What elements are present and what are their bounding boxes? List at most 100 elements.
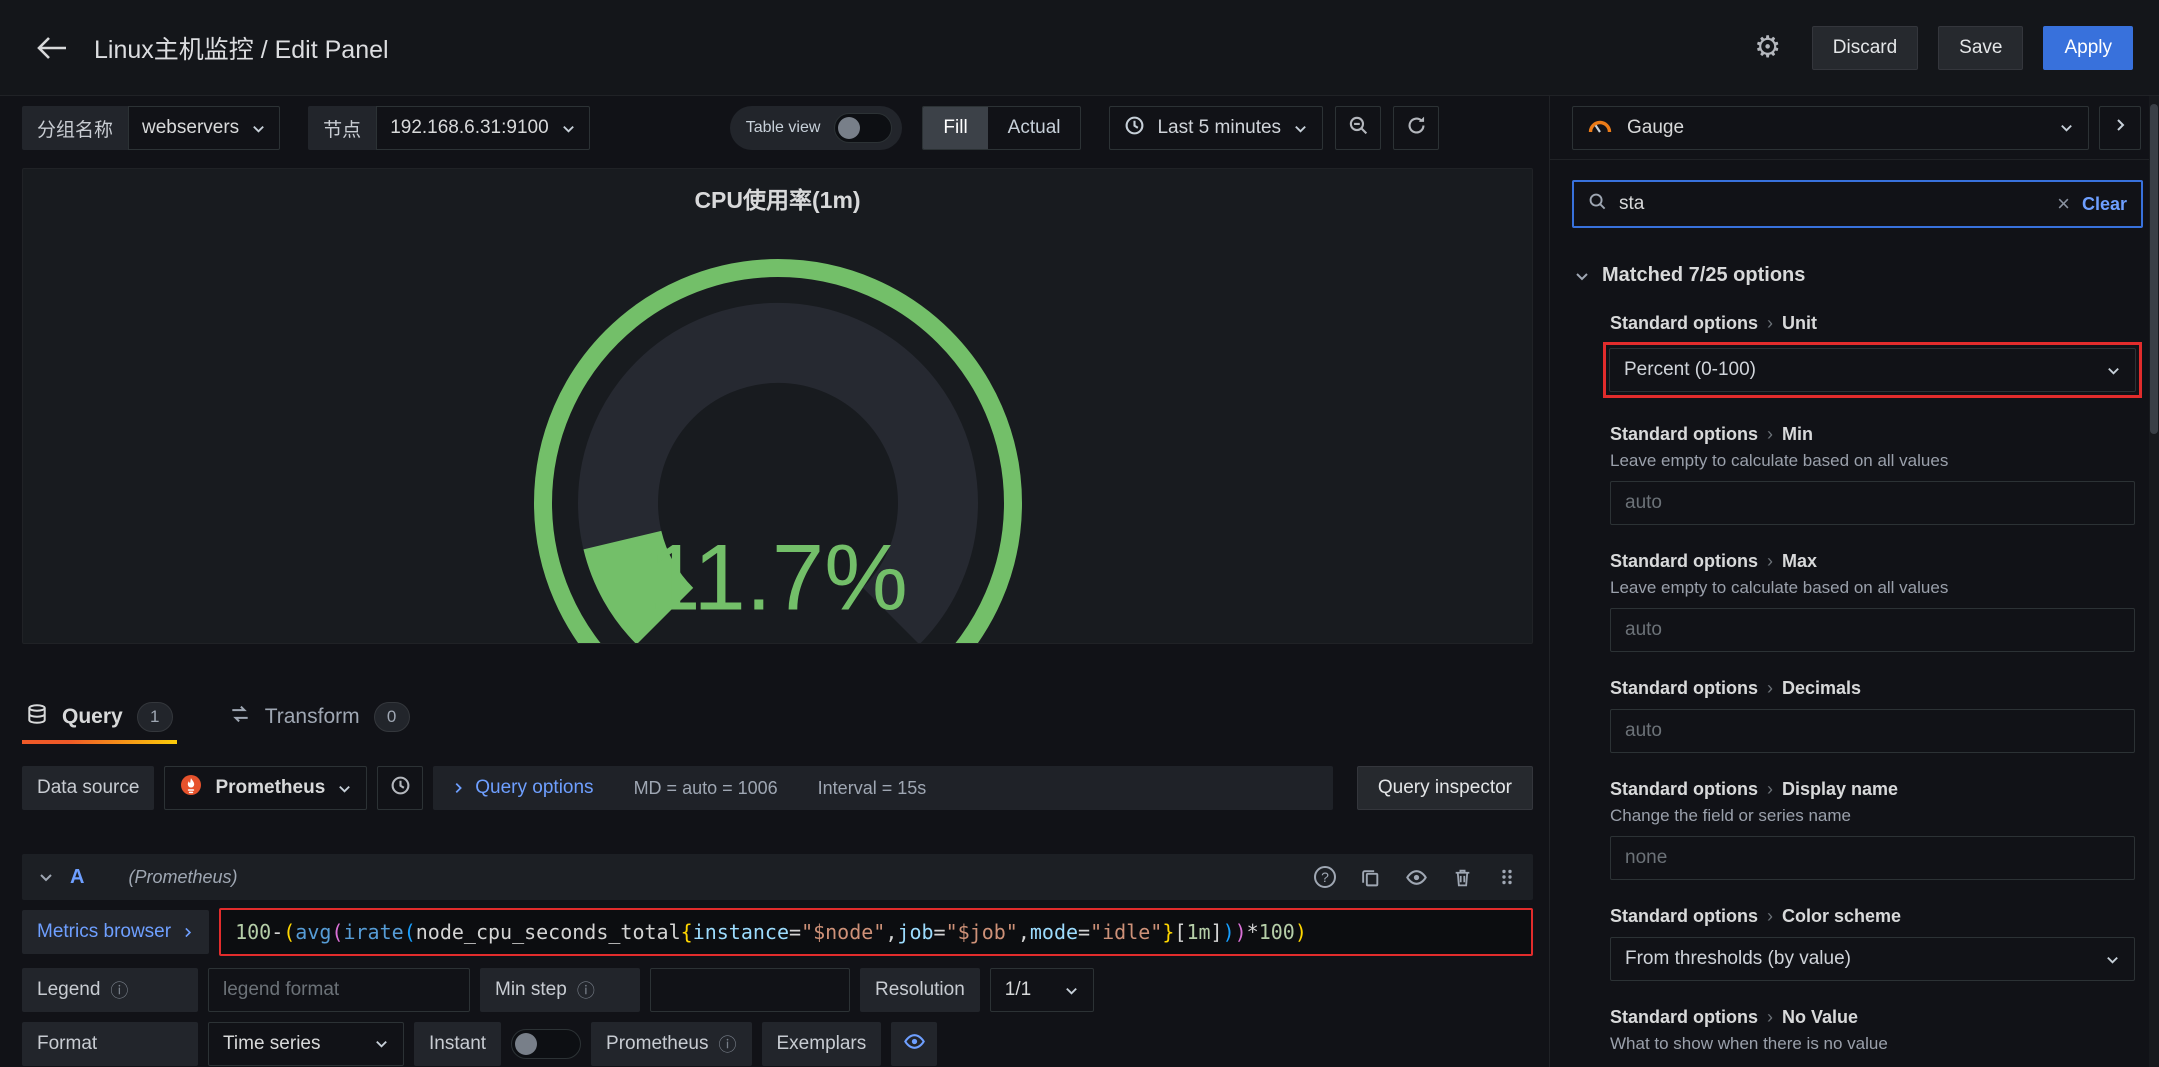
clear-search-icon[interactable]: × [2057, 193, 2070, 215]
node-variable-select[interactable]: 192.168.6.31:9100 [376, 106, 590, 150]
prometheus-type-label: Prometheus ⓘ [591, 1021, 752, 1066]
instant-toggle[interactable] [511, 1028, 582, 1059]
option-breadcrumb: Standard options › Display name [1610, 779, 1899, 799]
duplicate-query-icon[interactable] [1360, 867, 1381, 888]
chevron-right-icon [2112, 117, 2128, 138]
metrics-row: Metrics browser 100 - (avg(irate(node_cp… [22, 908, 1533, 956]
option-control: auto [1610, 709, 2135, 753]
gauge-value-text: 11.7% [648, 525, 908, 630]
hide-query-icon[interactable] [1405, 866, 1428, 889]
option-breadcrumb: Standard options › Max [1610, 551, 1818, 571]
option-max-input[interactable]: auto [1610, 608, 2135, 652]
option-breadcrumb: Standard options › Decimals [1610, 678, 1862, 698]
format-label: Format [22, 1021, 198, 1066]
collapse-query-icon[interactable] [38, 869, 54, 885]
query-options-toggle[interactable]: Query options [451, 777, 594, 799]
datasource-select[interactable]: Prometheus [164, 766, 368, 810]
panel-toolbar: 分组名称 webservers 节点 192.168.6.31:9100 Tab… [0, 96, 1549, 160]
database-icon [26, 703, 48, 731]
options-search-input[interactable]: sta × Clear [1572, 180, 2143, 228]
tab-query[interactable]: Query 1 [22, 690, 177, 744]
resolution-select[interactable]: 1/1 [989, 968, 1094, 1012]
apply-button[interactable]: Apply [2043, 25, 2133, 70]
tab-transform-label: Transform [264, 705, 360, 728]
zoom-out-button[interactable] [1335, 106, 1382, 150]
clock-icon [390, 775, 411, 801]
min-step-label: Min step ⓘ [480, 968, 640, 1012]
option-description: Leave empty to calculate based on all va… [1610, 451, 1949, 470]
visualization-row: Gauge [1550, 96, 2159, 160]
variable-group: 分组名称 webservers [22, 106, 281, 150]
instant-label: Instant [414, 1021, 502, 1066]
query-timer-button[interactable] [377, 766, 424, 810]
delete-query-icon[interactable] [1452, 867, 1473, 888]
visualization-select[interactable]: Gauge [1572, 105, 2089, 150]
drag-handle-icon[interactable] [1497, 867, 1517, 887]
option-control: auto [1610, 608, 2135, 652]
format-select[interactable]: Time series [208, 1021, 404, 1066]
table-view-label: Table view [745, 119, 821, 136]
chevron-down-icon [1293, 121, 1308, 136]
panel-settings-button[interactable]: ⚙ [1744, 26, 1792, 70]
option-control: none [1610, 836, 2135, 880]
datasource-row: Data source Prometheus Query options MD … [22, 764, 1533, 812]
top-bar: Linux主机监控 / Edit Panel ⚙ Discard Save Ap… [0, 0, 2159, 96]
variable-group: 节点 192.168.6.31:9100 [308, 106, 590, 150]
panel-viz-title: CPU使用率(1m) [694, 187, 861, 213]
query-ref-datasource: (Prometheus) [128, 866, 238, 887]
sidebar-scrollbar[interactable] [2150, 104, 2158, 434]
transform-icon [229, 703, 251, 731]
option-section: Standard options › Decimals auto [1610, 678, 2135, 753]
option-section: Standard options › Color scheme From thresh… [1610, 906, 2135, 981]
chevron-down-icon [2106, 363, 2121, 378]
clock-icon [1124, 115, 1145, 142]
group-variable-label: 分组名称 [22, 106, 129, 150]
table-view-toggle[interactable] [834, 113, 893, 143]
legend-label: Legend ⓘ [22, 968, 198, 1012]
option-section: Standard options › Display name Change the … [1610, 779, 2135, 880]
option-color-scheme-select[interactable]: From thresholds (by value) [1610, 937, 2135, 981]
collapse-options-button[interactable] [2099, 105, 2141, 150]
actual-option[interactable]: Actual [988, 107, 1081, 149]
query-options-bar: Query options MD = auto = 1006 Interval … [433, 766, 1333, 810]
arrow-left-icon [37, 36, 66, 59]
tab-query-label: Query [62, 705, 123, 728]
clear-search-button[interactable]: Clear [2082, 194, 2127, 215]
help-icon[interactable]: ? [1314, 866, 1336, 888]
node-variable-label: 节点 [308, 106, 377, 150]
option-display-name-input[interactable]: none [1610, 836, 2135, 880]
exemplars-toggle[interactable] [891, 1021, 938, 1066]
transform-count-badge: 0 [373, 702, 410, 732]
time-range-picker[interactable]: Last 5 minutes [1109, 106, 1324, 150]
option-unit-select[interactable]: Percent (0-100) [1609, 348, 2136, 392]
prometheus-icon [179, 773, 203, 803]
option-description: What to show when there is no value [1610, 1034, 1888, 1053]
query-inspector-button[interactable]: Query inspector [1356, 766, 1533, 810]
metrics-browser-button[interactable]: Metrics browser [22, 910, 210, 954]
fill-option[interactable]: Fill [923, 107, 988, 149]
back-button[interactable] [30, 26, 74, 70]
chevron-down-icon [561, 121, 576, 136]
query-ref-header: A (Prometheus) ? [22, 854, 1533, 900]
legend-format-input[interactable]: legend format [208, 968, 470, 1012]
save-button[interactable]: Save [1938, 25, 2024, 70]
options-sidebar: Gauge sta × Clear Matched 7/25 options S… [1549, 96, 2159, 1067]
group-variable-select[interactable]: webservers [128, 106, 281, 150]
discard-button[interactable]: Discard [1811, 25, 1919, 70]
option-decimals-input[interactable]: auto [1610, 709, 2135, 753]
options-list: Standard options › Unit Percent (0-100) Stan… [1603, 313, 2142, 1054]
page-title: Linux主机监控 / Edit Panel [94, 35, 389, 64]
query-ref-id[interactable]: A [70, 866, 84, 889]
search-icon [1588, 192, 1607, 216]
refresh-button[interactable] [1393, 106, 1440, 150]
chevron-down-icon [2059, 120, 2074, 135]
matched-options-header[interactable]: Matched 7/25 options [1574, 264, 2143, 287]
info-icon: ⓘ [718, 1034, 737, 1055]
option-breadcrumb: Standard options › Min [1610, 424, 1813, 444]
info-icon: ⓘ [110, 981, 129, 1001]
query-expression[interactable]: 100 - (avg(irate(node_cpu_seconds_total{… [219, 908, 1533, 956]
min-step-input[interactable] [650, 968, 850, 1012]
option-min-input[interactable]: auto [1610, 481, 2135, 525]
zoom-out-icon [1348, 115, 1369, 141]
tab-transform[interactable]: Transform 0 [225, 690, 414, 744]
